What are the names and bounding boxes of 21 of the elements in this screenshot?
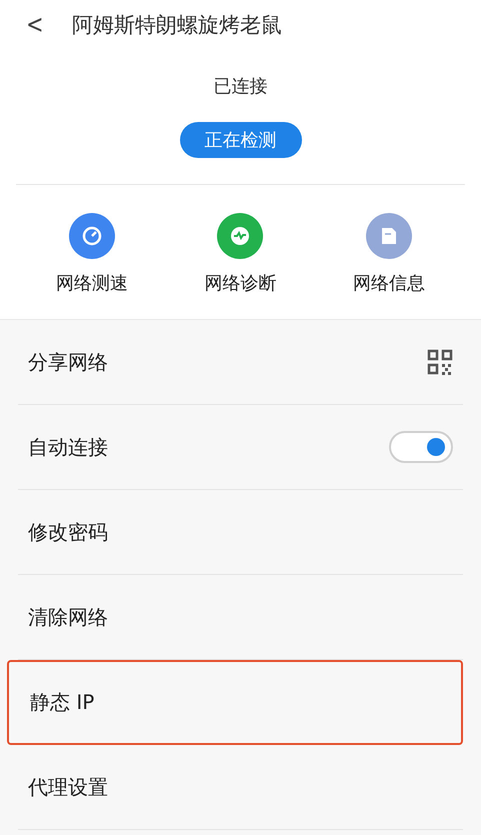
row-label: 静态 IP	[30, 689, 94, 716]
settings-row[interactable]: 修改密码	[18, 490, 463, 575]
toggle-switch[interactable]	[389, 431, 453, 463]
tool-button[interactable]: 网络信息	[328, 213, 449, 295]
highlighted-settings-row[interactable]: 静态 IP	[7, 660, 463, 745]
row-label: 分享网络	[28, 348, 108, 376]
settings-row[interactable]: 代理设置	[18, 745, 463, 830]
row-label: 代理设置	[28, 774, 108, 800]
tool-button[interactable]: 网络测速	[32, 213, 152, 295]
connection-status: 已连接	[214, 75, 268, 98]
qr-code-icon[interactable]	[427, 349, 453, 375]
settings-row[interactable]: 自动连接	[18, 405, 463, 490]
settings-row[interactable]: 分享网络	[18, 320, 463, 405]
tool-button[interactable]: 网络诊断	[180, 213, 300, 295]
row-label: 修改密码	[28, 518, 108, 546]
page-title: 阿姆斯特朗螺旋烤老鼠	[72, 12, 282, 39]
detecting-button[interactable]: 正在检测	[180, 122, 302, 158]
row-label: 自动连接	[28, 434, 108, 460]
back-button[interactable]: <	[26, 10, 44, 40]
settings-row[interactable]: 清除网络	[18, 575, 463, 660]
row-label: 清除网络	[28, 604, 108, 630]
